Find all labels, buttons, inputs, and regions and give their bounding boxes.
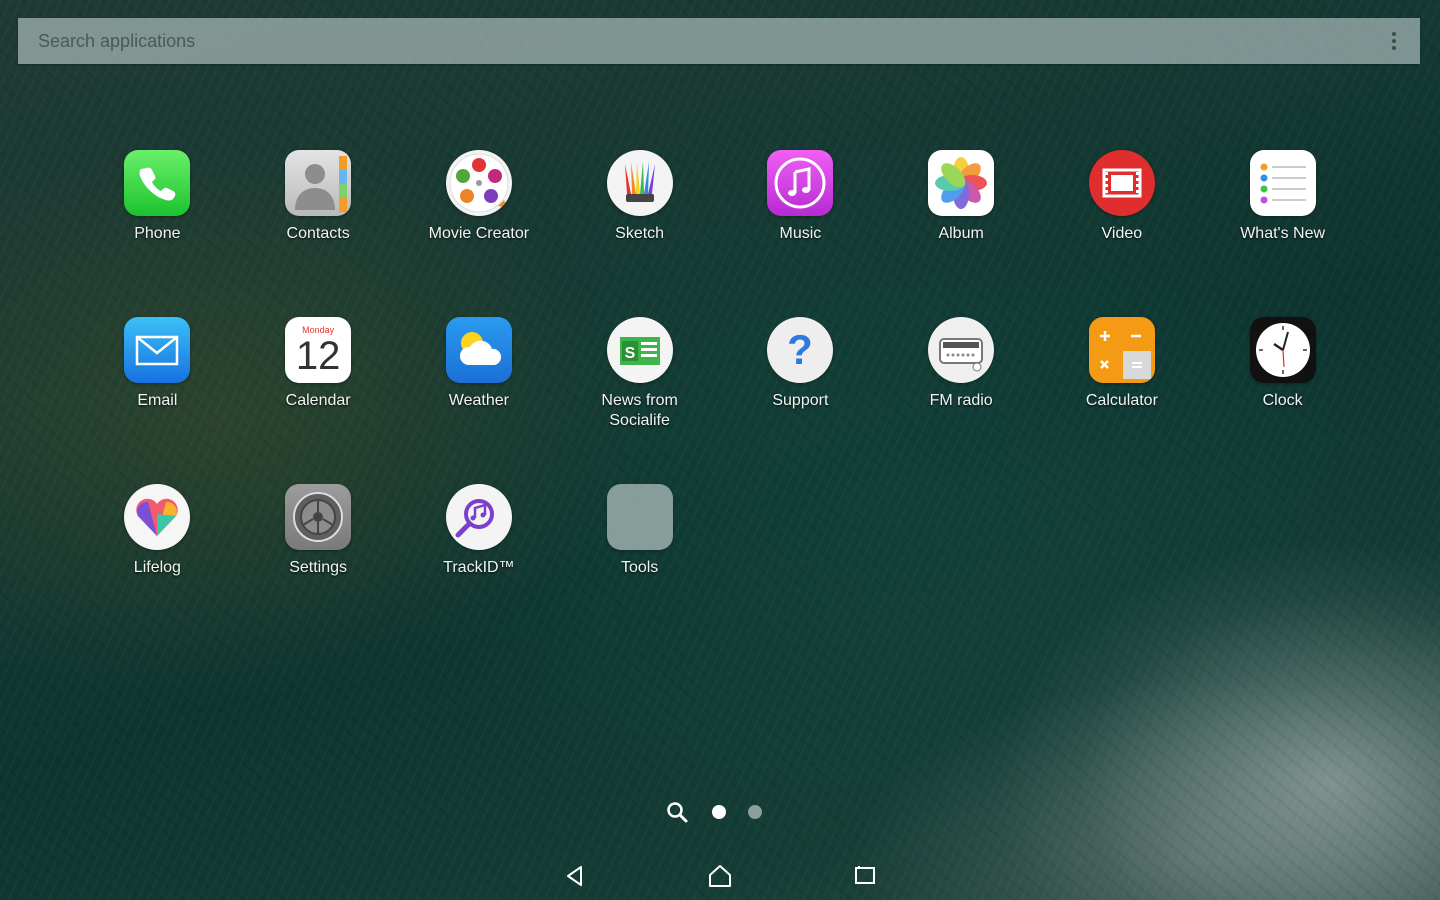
- album-icon: [928, 150, 995, 216]
- app-sketch[interactable]: Sketch: [559, 150, 720, 317]
- app-label: Settings: [289, 559, 348, 576]
- app-music[interactable]: Music: [720, 150, 881, 317]
- app-trackid[interactable]: TrackID™: [399, 484, 560, 651]
- app-label: Calendar: [285, 392, 351, 409]
- app-socialife[interactable]: S News from Socialife: [559, 317, 720, 484]
- app-label: FM radio: [929, 392, 993, 409]
- email-icon: [124, 317, 191, 383]
- app-whats-new[interactable]: What's New: [1202, 150, 1363, 317]
- app-contacts[interactable]: Contacts: [238, 150, 399, 317]
- fm-radio-icon: [928, 317, 995, 383]
- app-label: Clock: [1262, 392, 1303, 409]
- weather-icon: [445, 317, 512, 383]
- app-grid: Phone Contacts Movie Creator Sketch Musi…: [77, 150, 1363, 651]
- app-fm-radio[interactable]: FM radio: [881, 317, 1042, 484]
- settings-icon: [285, 484, 352, 550]
- app-video[interactable]: Video: [1042, 150, 1203, 317]
- app-label: Calculator: [1085, 392, 1158, 409]
- app-label: Sketch: [615, 225, 665, 242]
- clock-icon: [1249, 317, 1316, 383]
- socialife-icon: S: [606, 317, 673, 383]
- contacts-icon: [285, 150, 352, 216]
- navigation-bar: [0, 852, 1440, 900]
- app-label: Contacts: [286, 225, 350, 242]
- svg-text:S: S: [624, 345, 635, 362]
- app-label: TrackID™: [443, 559, 515, 576]
- folder-icon: [606, 484, 673, 550]
- app-label: Support: [772, 392, 829, 409]
- lifelog-icon: [124, 484, 191, 550]
- overflow-menu-icon[interactable]: [1384, 26, 1404, 56]
- music-icon: [767, 150, 834, 216]
- app-support[interactable]: ? Support: [720, 317, 881, 484]
- app-email[interactable]: Email: [77, 317, 238, 484]
- app-label: Weather: [448, 392, 509, 409]
- app-settings[interactable]: Settings: [238, 484, 399, 651]
- page-indicator: [664, 798, 784, 826]
- search-icon[interactable]: [664, 799, 690, 825]
- app-calculator[interactable]: Calculator: [1042, 317, 1203, 484]
- trackid-icon: [445, 484, 512, 550]
- calculator-icon: [1088, 317, 1155, 383]
- page-dot-active[interactable]: [712, 805, 726, 819]
- svg-text:?: ?: [788, 326, 814, 373]
- app-tools-folder[interactable]: Tools: [559, 484, 720, 651]
- page-dot[interactable]: [748, 805, 762, 819]
- support-icon: ?: [767, 317, 834, 383]
- search-input[interactable]: [36, 29, 1384, 53]
- app-label: What's New: [1240, 225, 1326, 242]
- app-calendar[interactable]: Monday 12 Calendar: [238, 317, 399, 484]
- app-label: Lifelog: [133, 559, 181, 576]
- sketch-icon: [606, 150, 673, 216]
- app-label: Phone: [134, 225, 181, 242]
- search-bar[interactable]: [18, 18, 1420, 64]
- app-label: Movie Creator: [428, 225, 530, 242]
- calendar-day: 12: [295, 334, 341, 378]
- app-label: Music: [779, 225, 822, 242]
- app-label: Video: [1101, 225, 1143, 242]
- video-icon: [1088, 150, 1155, 216]
- app-movie-creator[interactable]: Movie Creator: [399, 150, 560, 317]
- app-label: News from Socialife: [601, 392, 678, 429]
- app-clock[interactable]: Clock: [1202, 317, 1363, 484]
- app-label: Tools: [620, 559, 659, 576]
- whats-new-icon: [1249, 150, 1316, 216]
- app-album[interactable]: Album: [881, 150, 1042, 317]
- back-icon[interactable]: [560, 861, 590, 891]
- app-lifelog[interactable]: Lifelog: [77, 484, 238, 651]
- app-label: Album: [938, 225, 984, 242]
- app-label: Email: [137, 392, 178, 409]
- home-icon[interactable]: [705, 861, 735, 891]
- app-phone[interactable]: Phone: [77, 150, 238, 317]
- movie-creator-icon: [445, 150, 512, 216]
- calendar-icon: Monday 12: [285, 317, 352, 383]
- app-weather[interactable]: Weather: [399, 317, 560, 484]
- recent-apps-icon[interactable]: [850, 861, 880, 891]
- phone-icon: [124, 150, 191, 216]
